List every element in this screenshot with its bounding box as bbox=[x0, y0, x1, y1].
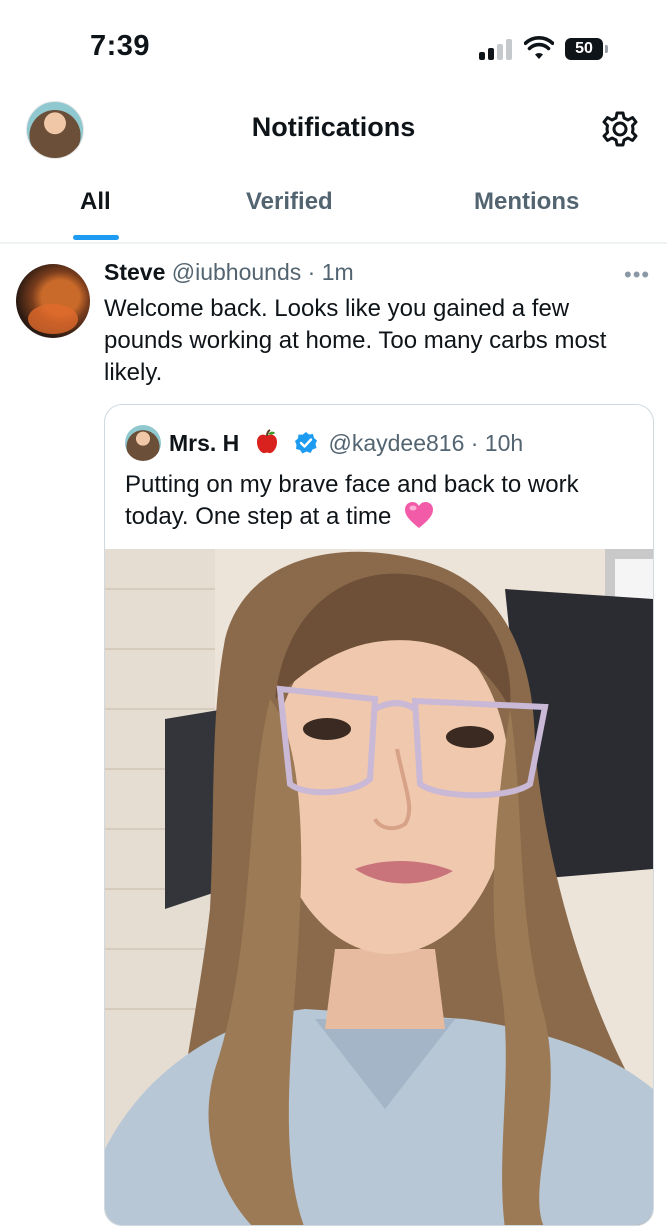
tweet-text: Welcome back. Looks like you gained a fe… bbox=[104, 295, 607, 386]
author-name[interactable]: Steve bbox=[104, 259, 165, 285]
quoted-tweet-photo[interactable] bbox=[105, 549, 653, 1226]
author-handle-time: @iubhounds · 1m bbox=[171, 259, 354, 285]
verified-badge-icon bbox=[295, 432, 318, 454]
tab-verified[interactable]: Verified bbox=[246, 188, 333, 216]
tab-bar: All Verified Mentions bbox=[0, 170, 667, 244]
quoted-author-name[interactable]: Mrs. H bbox=[169, 430, 239, 456]
quoted-author-handle-time: @kaydee816 · 10h bbox=[328, 430, 524, 456]
settings-gear-icon[interactable] bbox=[600, 109, 640, 149]
wifi-icon bbox=[524, 36, 554, 59]
battery-percent: 50 bbox=[575, 40, 593, 57]
more-icon[interactable]: ••• bbox=[624, 262, 650, 288]
active-tab-indicator bbox=[73, 235, 119, 240]
quoted-tweet[interactable]: Mrs. H @kaydee816 · 10h Putting on my br… bbox=[104, 404, 654, 1226]
tab-all[interactable]: All bbox=[80, 188, 111, 216]
tab-mentions[interactable]: Mentions bbox=[474, 188, 579, 216]
status-time: 7:39 bbox=[90, 30, 151, 62]
pink-heart-emoji-icon bbox=[405, 502, 434, 528]
author-avatar[interactable] bbox=[16, 264, 90, 338]
quoted-author-avatar[interactable] bbox=[125, 425, 161, 461]
quoted-author-row: Mrs. H @kaydee816 · 10h bbox=[169, 429, 523, 457]
quoted-tweet-text-block: Putting on my brave face and back to wor… bbox=[125, 469, 635, 533]
status-bar: 7:39 50 bbox=[0, 0, 667, 96]
apple-emoji-icon bbox=[256, 429, 277, 454]
author-row: Steve @iubhounds · 1m bbox=[104, 259, 354, 286]
battery-icon: 50 bbox=[565, 38, 609, 60]
page-title: Notifications bbox=[251, 112, 416, 142]
quoted-tweet-text: Putting on my brave face and back to wor… bbox=[125, 471, 579, 530]
signal-icon bbox=[479, 38, 513, 60]
